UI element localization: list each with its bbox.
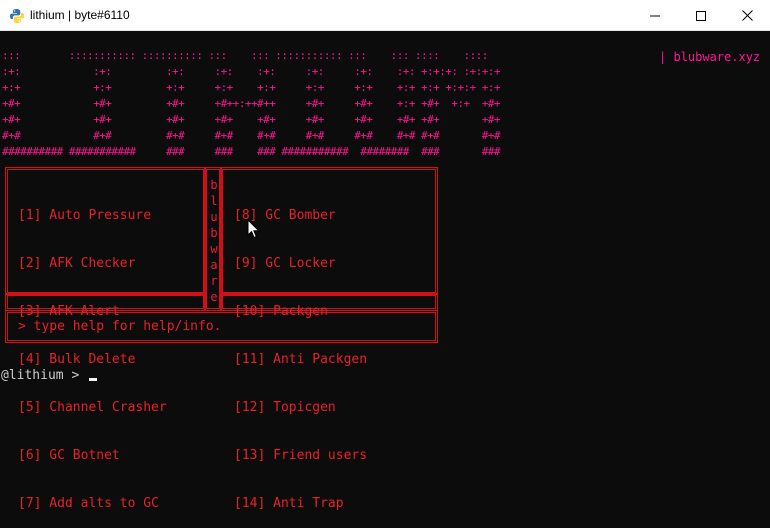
menu-item-add-alts[interactable]: [7] Add alts to GC [18,496,167,512]
menu-item-gc-locker[interactable]: [9] GC Locker [234,256,367,272]
vertical-letter: r [210,274,218,288]
menu-item-auto-pressure[interactable]: [1] Auto Pressure [18,208,167,224]
window-title: lithium | byte#6110 [30,8,130,22]
vertical-letter: u [210,210,218,224]
python-icon [9,8,25,24]
site-label: | blubware.xyz [659,50,761,64]
banner-line: +#+ +#+ +#+ +#+ +#+ +#+ +#+ +#+ +#+ +#+ [2,113,507,126]
banner-line: #+# #+# #+# #+# #+# #+# #+# #+# #+# #+# [2,129,507,142]
close-button[interactable] [724,0,770,31]
mouse-pointer-icon [247,218,261,243]
minimize-icon [650,15,660,16]
banner-line: :+: :+: :+: :+: :+: :+: :+: :+: +:+:+: :… [2,65,507,78]
menu-item-afk-alert[interactable]: [3] AFK Alert [18,304,167,320]
vertical-letter: l [210,194,218,208]
maximize-button[interactable] [678,0,724,31]
menu-item-bulk-delete[interactable]: [4] Bulk Delete [18,352,167,368]
menu-left-list: [1] Auto Pressure [2] AFK Checker [3] AF… [18,176,167,528]
menu-item-afk-checker[interactable]: [2] AFK Checker [18,256,167,272]
menu-item-topicgen[interactable]: [12] Topicgen [234,400,367,416]
menu-item-friend-users[interactable]: [13] Friend users [234,448,367,464]
vertical-letter: e [210,290,218,304]
help-hint: > type help for help/info. [18,319,222,334]
text-cursor[interactable] [89,378,97,381]
banner-line: ::: ::::::::::: :::::::::: ::: ::: :::::… [2,49,494,62]
maximize-icon [696,10,706,21]
menu-item-anti-packgen[interactable]: [11] Anti Packgen [234,352,367,368]
menu-item-anti-trap[interactable]: [14] Anti Trap [234,496,367,512]
title-bar: lithium | byte#6110 [0,0,770,31]
banner-line: ########## ########### ### ### ### #####… [2,145,507,158]
vertical-letter: a [210,258,218,272]
banner-line: +#+ +#+ +#+ +#++:++#++ +#+ +#+ +:+ +#+ +… [2,97,507,110]
menu-item-gc-botnet[interactable]: [6] GC Botnet [18,448,167,464]
command-prompt: @lithium > [1,368,88,383]
vertical-letter: b [210,178,218,192]
minimize-button[interactable] [632,0,678,31]
menu-item-packgen[interactable]: [10] Packgen [234,304,367,320]
vertical-brand: b l u b w a r e [207,177,221,305]
vertical-letter: w [210,242,218,256]
vertical-letter: b [210,226,218,240]
banner-line: +:+ +:+ +:+ +:+ +:+ +:+ +:+ +:+ +:+ +:+:… [2,81,507,94]
close-icon [741,10,753,21]
menu-item-channel-crasher[interactable]: [5] Channel Crasher [18,400,167,416]
ascii-banner: ::: ::::::::::: :::::::::: ::: ::: :::::… [2,48,506,160]
